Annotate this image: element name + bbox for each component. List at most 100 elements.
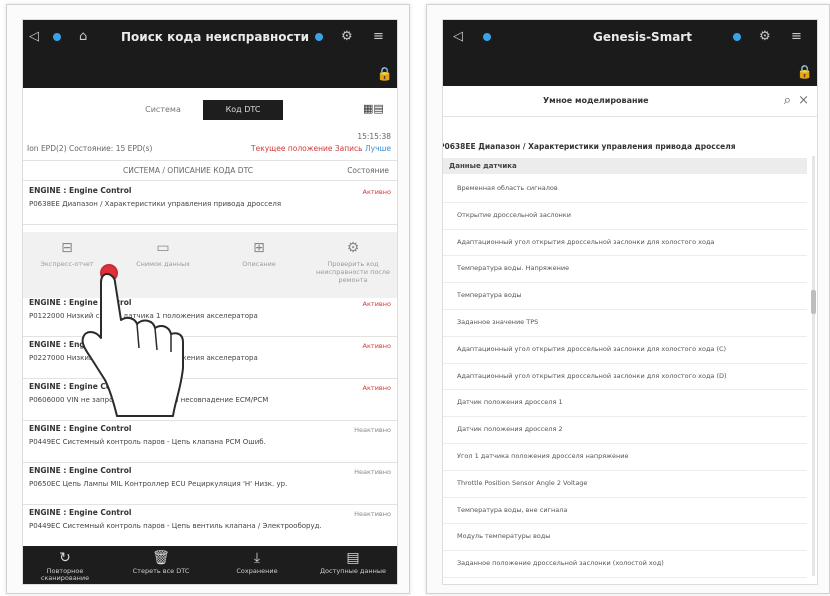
page-title: Поиск кода неисправности [121,30,310,44]
dtc-status: Активно [362,188,391,196]
dtc-action-panel: ⊟ Экспресс-отчет ▭ Снимок данных ⊞ Описа… [23,232,397,298]
connection-icon [733,33,741,41]
divider [443,116,817,117]
available-data-label: Доступные данные [319,567,387,575]
dtc-status: Неактивно [354,468,391,476]
dtc-description: P0650EC Цепь Лампы MIL Контроллер ECU Ре… [29,480,288,488]
left-device-frame: ◁ ⌂ Поиск кода неисправности ⚙ ≡ 🔒 Систе… [6,4,410,594]
scan-time: 15:15:38 [357,132,391,141]
description-label: Описание [242,260,276,268]
divider [23,160,397,161]
verify-repair-label: Проверить код неисправности после ремонт… [315,260,391,284]
description-icon: ⊞ [253,240,265,256]
status-indicator-icon [53,33,61,41]
top-bar: ◁ Genesis-Smart ⚙ ≡ 🔒 [443,20,817,86]
sensor-list-item[interactable]: Датчик положения дросселя 1 [443,390,807,418]
back-icon[interactable]: ◁ [453,30,463,44]
tab-dtc-code[interactable]: Код DTC [203,100,283,120]
sensor-list-item[interactable]: Заданное значение TPS [443,310,807,337]
lock-icon[interactable]: 🔒 [797,65,813,80]
divider [23,504,397,505]
sensor-list-item[interactable]: Открытие дроссельной заслонки [443,203,807,230]
dtc-system: ENGINE : Engine Control [29,424,132,433]
view-tabs: Система Код DTC [123,100,283,120]
divider [23,336,397,337]
dtc-status: Неактивно [354,510,391,518]
dtc-row[interactable]: ENGINE : Engine Control P0650EC Цепь Ламп… [29,466,391,488]
legend-current: Текущее положение [251,144,333,153]
home-icon[interactable]: ⌂ [79,30,87,44]
quick-report-label: Экспресс-отчет [40,260,94,268]
sensor-list-item[interactable]: Модуль температуры воды [443,524,807,552]
divider [23,462,397,463]
sensor-list-item[interactable]: Температура воды, вне сигнала [443,498,807,525]
sensor-list-item[interactable]: Заданное положение дроссельной заслонки … [443,551,807,578]
section-header: Данные датчика [443,158,807,174]
grid-view-icon[interactable]: ▤ [373,102,383,115]
description-button[interactable]: ⊞ Описание [219,240,299,268]
view-toggle[interactable]: ▦▤ [363,102,389,116]
settings-icon[interactable]: ⚙ [759,30,771,44]
snapshot-icon: ▭ [156,240,170,256]
available-data-button[interactable]: ▤ Доступные данные [313,550,393,575]
quick-report-button[interactable]: ⊟ Экспресс-отчет [27,240,107,268]
top-bar: ◁ ⌂ Поиск кода неисправности ⚙ ≡ 🔒 [23,20,397,88]
clear-dtc-button[interactable]: 🗑 Стереть все DTC [121,550,201,575]
dtc-row[interactable]: ENGINE : Engine Control P0449EC Системный… [29,424,391,446]
sensor-list-item[interactable]: Угол 1 датчика положения дросселя напряж… [443,444,807,471]
dtc-row[interactable]: ENGINE : Engine Control P0638EE Диапазон … [29,186,391,208]
status-indicator-icon [483,33,491,41]
list-view-icon[interactable]: ▦ [363,102,373,115]
gear-icon: ⚙ [346,240,360,256]
list-header-title: СИСТЕМА / ОПИСАНИЕ КОДА DTC [123,166,253,175]
dtc-description: P0638EE Диапазон / Характеристики управл… [29,200,282,208]
dtc-system: ENGINE : Engine Control [29,466,132,475]
dtc-title: P0638EE Диапазон / Характеристики управл… [442,142,736,151]
refresh-icon: ↻ [59,550,71,566]
back-icon[interactable]: ◁ [29,30,39,44]
data-icon: ▤ [346,550,360,566]
sensor-list-item[interactable]: Временная область сигналов [443,176,807,203]
verify-repair-button[interactable]: ⚙ Проверить код неисправности после ремо… [313,240,393,284]
settings-icon[interactable]: ⚙ [341,30,353,44]
dtc-status: Активно [362,300,391,308]
dtc-row[interactable]: ENGINE : Engine Control P0449EC Системный… [29,508,391,530]
link-icon[interactable]: ⌕ [784,94,791,108]
sensor-list-item[interactable]: Температура воды [443,283,807,310]
smart-simulation-screen: ◁ Genesis-Smart ⚙ ≡ 🔒 Умное моделировани… [442,19,818,585]
dtc-status: Активно [362,384,391,392]
freeze-frame-button[interactable]: ▭ Снимок данных [123,240,203,268]
menu-icon[interactable]: ≡ [373,30,384,44]
dtc-system: ENGINE : Engine Control [29,508,132,517]
divider [23,420,397,421]
dtc-status: Неактивно [354,426,391,434]
pointing-hand-icon [81,273,184,417]
app-title: Genesis-Smart [593,30,692,44]
dtc-system: ENGINE : Engine Control [29,186,132,195]
report-icon: ⊟ [61,240,73,256]
sensor-list-item[interactable]: Положение дросселя Потенциометра [443,578,807,584]
clear-dtc-label: Стереть все DTC [132,567,190,575]
tab-system[interactable]: Система [123,100,203,120]
sensor-list-item[interactable]: Температура воды. Напряжение [443,256,807,284]
lock-icon[interactable]: 🔒 [377,67,393,82]
close-icon[interactable]: × [798,94,809,108]
rescan-button[interactable]: ↻ Повторное сканирование [25,550,105,582]
scrollbar-track[interactable] [812,156,815,576]
scrollbar-thumb[interactable] [811,290,816,314]
sensor-list-item[interactable]: Адаптационный угол открытия дроссельной … [443,337,807,364]
sensor-list: Временная область сигналов Открытие дросс… [443,176,807,584]
freeze-frame-label: Снимок данных [136,260,190,268]
sensor-list-item[interactable]: Throttle Position Sensor Angle 2 Voltage [443,471,807,498]
sensor-list-item[interactable]: Адаптационный угол открытия дроссельной … [443,364,807,391]
sensor-list-item[interactable]: Датчик положения дросселя 2 [443,417,807,444]
sub-header: Умное моделирование ⌕ × [443,90,817,114]
divider [23,378,397,379]
menu-icon[interactable]: ≡ [791,30,802,44]
page-title: Умное моделирование [543,96,649,105]
save-button[interactable]: ⤓ Сохранение [217,550,297,575]
sensor-list-item[interactable]: Адаптационный угол открытия дроссельной … [443,230,807,257]
legend: Текущее положение Запись Лучше [251,144,391,153]
divider [23,224,397,225]
save-label: Сохранение [236,567,278,575]
